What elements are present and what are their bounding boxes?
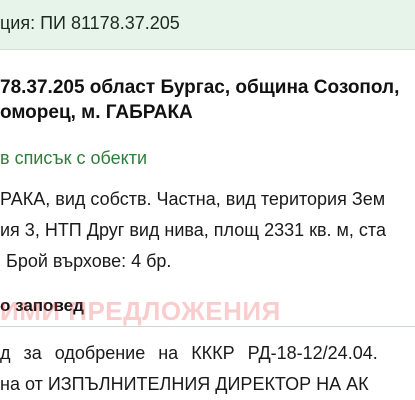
back-to-list-link[interactable]: в списък с обекти bbox=[0, 148, 147, 169]
property-details: РАКА, вид собств. Частна, вид територия … bbox=[0, 184, 386, 277]
property-title-line-2: оморец, м. ГАБРАКА bbox=[0, 102, 193, 123]
details-line-3: Брой върхове: 4 бр. bbox=[6, 251, 172, 271]
property-title-line-1: 78.37.205 област Бургас, община Созопол, bbox=[0, 77, 400, 98]
order-line-2: на от ИЗПЪЛНИТЕЛНИЯ ДИРЕКТОР НА АК bbox=[0, 374, 369, 394]
top-bar: ция: ПИ 81178.37.205 bbox=[0, 0, 415, 50]
back-to-list-label: в списък с обекти bbox=[0, 148, 147, 168]
property-title: 78.37.205 област Бургас, община Созопол,… bbox=[0, 75, 399, 125]
order-section-heading: о заповед bbox=[0, 296, 84, 315]
order-line-1: д за одобрение на КККР РД-18-12/24.04. bbox=[0, 343, 378, 363]
header-text: ция: ПИ 81178.37.205 bbox=[0, 13, 180, 33]
order-details: д за одобрение на КККР РД-18-12/24.04. н… bbox=[0, 338, 378, 400]
order-section-header: о заповед bbox=[0, 293, 415, 327]
details-line-2: ия 3, НТП Друг вид нива, площ 2331 кв. м… bbox=[0, 220, 386, 240]
details-line-1: РАКА, вид собств. Частна, вид територия … bbox=[0, 189, 386, 209]
